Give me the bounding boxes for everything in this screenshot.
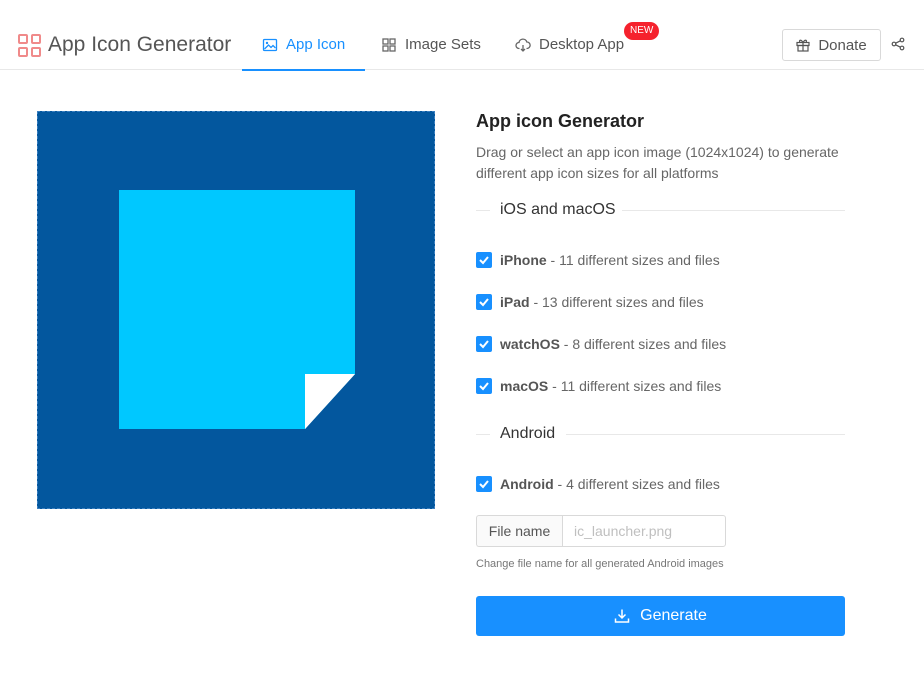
ipad-option-name: iPad — [500, 294, 530, 310]
file-name-input[interactable] — [562, 515, 726, 547]
tab-image-sets-label: Image Sets — [405, 36, 481, 53]
tab-image-sets[interactable]: Image Sets — [381, 36, 481, 70]
share-icon[interactable] — [891, 37, 905, 51]
android-option-name: Android — [500, 476, 554, 492]
macos-checkbox[interactable] — [476, 378, 492, 394]
donate-label: Donate — [818, 36, 867, 54]
tab-app-icon-label: App Icon — [286, 36, 346, 53]
tab-desktop-app[interactable]: Desktop App — [515, 36, 624, 70]
gift-icon — [796, 39, 810, 52]
sticky-note-preview-image — [119, 190, 355, 429]
tab-app-icon[interactable]: App Icon — [241, 36, 366, 71]
panel-description: Drag or select an app icon image (1024x1… — [476, 144, 839, 181]
top-navbar: App Icon Generator App Icon Image Sets D… — [0, 0, 924, 71]
grid-icon — [382, 38, 396, 52]
android-option[interactable]: Android - 4 different sizes and files — [476, 474, 720, 494]
image-icon — [262, 38, 278, 52]
panel-title: App icon Generator — [476, 111, 645, 131]
app-title: App Icon Generator — [48, 33, 232, 56]
donate-button[interactable]: Donate — [782, 29, 881, 61]
watchos-option-name: watchOS — [500, 336, 560, 352]
tab-desktop-app-label: Desktop App — [539, 36, 625, 53]
icon-drop-zone[interactable] — [37, 111, 435, 509]
android-section-label: Android — [498, 425, 558, 443]
watchos-option-detail: - 8 different sizes and files — [559, 336, 727, 352]
ios-section-label: iOS and macOS — [498, 201, 618, 219]
iphone-option[interactable]: iPhone - 11 different sizes and files — [476, 250, 720, 270]
app-logo-icon — [18, 34, 42, 58]
ipad-option[interactable]: iPad - 13 different sizes and files — [476, 292, 704, 312]
generate-button[interactable]: Generate — [476, 596, 845, 636]
ipad-option-detail: - 13 different sizes and files — [529, 294, 704, 310]
macos-option[interactable]: macOS - 11 different sizes and files — [476, 376, 721, 396]
generate-label: Generate — [640, 607, 707, 624]
macos-option-name: macOS — [500, 378, 549, 394]
file-name-group: File name — [476, 515, 726, 547]
new-badge: NEW — [624, 22, 660, 40]
android-option-detail: - 4 different sizes and files — [553, 476, 720, 492]
macos-option-detail: - 11 different sizes and files — [548, 378, 722, 394]
cloud-download-icon — [515, 38, 531, 52]
iphone-option-detail: - 11 different sizes and files — [546, 252, 720, 268]
download-icon — [614, 609, 630, 623]
file-name-addon: File name — [476, 515, 562, 547]
android-section-divider: Android — [476, 424, 845, 444]
ipad-checkbox[interactable] — [476, 294, 492, 310]
watchos-checkbox[interactable] — [476, 336, 492, 352]
ios-section-divider: iOS and macOS — [476, 200, 845, 220]
iphone-checkbox[interactable] — [476, 252, 492, 268]
file-name-hint: Change file name for all generated Andro… — [476, 558, 724, 570]
iphone-option-name: iPhone — [500, 252, 547, 268]
watchos-option[interactable]: watchOS - 8 different sizes and files — [476, 334, 726, 354]
android-checkbox[interactable] — [476, 476, 492, 492]
